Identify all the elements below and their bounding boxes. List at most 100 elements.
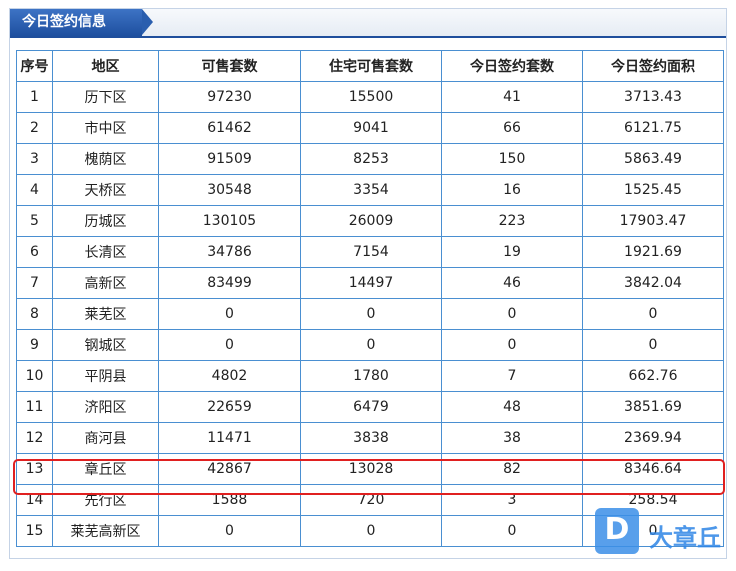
cell-residential-available: 14497 [300,267,442,299]
cell-available-units: 0 [158,329,301,361]
cell-district: 莱芜高新区 [52,515,159,547]
cell-signed-area: 5863.49 [582,143,724,175]
cell-signed-units: 0 [441,329,583,361]
cell-signed-area: 3842.04 [582,267,724,299]
cell-district: 钢城区 [52,329,159,361]
cell-signed-units: 223 [441,205,583,237]
table-header-row: 序号 地区 可售套数 住宅可售套数 今日签约套数 今日签约面积 [16,50,724,82]
cell-residential-available: 3838 [300,422,442,454]
table-row: 5 历城区 130105 26009 223 17903.47 [16,205,724,237]
cell-district: 长清区 [52,236,159,268]
cell-residential-available: 6479 [300,391,442,423]
cell-index: 14 [16,484,53,516]
cell-signed-area: 1921.69 [582,236,724,268]
cell-index: 10 [16,360,53,392]
table-row: 3 槐荫区 91509 8253 150 5863.49 [16,143,724,175]
cell-index: 13 [16,453,53,485]
cell-signed-units: 66 [441,112,583,144]
cell-index: 6 [16,236,53,268]
cell-signed-area: 8346.64 [582,453,724,485]
table-row: 11 济阳区 22659 6479 48 3851.69 [16,391,724,423]
cell-residential-available: 3354 [300,174,442,206]
table-row: 4 天桥区 30548 3354 16 1525.45 [16,174,724,206]
cell-available-units: 11471 [158,422,301,454]
cell-district: 商河县 [52,422,159,454]
panel-title: 今日签约信息 [22,14,106,30]
cell-signed-units: 3 [441,484,583,516]
cell-available-units: 4802 [158,360,301,392]
cell-available-units: 30548 [158,174,301,206]
panel-titlebar: 今日签约信息 [10,9,726,38]
cell-index: 2 [16,112,53,144]
table-row: 2 市中区 61462 9041 66 6121.75 [16,112,724,144]
cell-index: 5 [16,205,53,237]
cell-residential-available: 1780 [300,360,442,392]
cell-signed-area: 17903.47 [582,205,724,237]
cell-index: 1 [16,81,53,113]
cell-district: 槐荫区 [52,143,159,175]
cell-district: 历城区 [52,205,159,237]
table-row: 9 钢城区 0 0 0 0 [16,329,724,361]
cell-available-units: 0 [158,298,301,330]
cell-signed-area: 3851.69 [582,391,724,423]
cell-signed-area: 0 [582,329,724,361]
cell-signed-units: 46 [441,267,583,299]
cell-district: 市中区 [52,112,159,144]
table-row: 12 商河县 11471 3838 38 2369.94 [16,422,724,454]
header-residential-available: 住宅可售套数 [300,50,442,82]
watermark: D 大章丘 [595,508,735,558]
cell-signed-units: 16 [441,174,583,206]
cell-signed-units: 19 [441,236,583,268]
cell-available-units: 61462 [158,112,301,144]
cell-district: 高新区 [52,267,159,299]
table-row: 6 长清区 34786 7154 19 1921.69 [16,236,724,268]
cell-index: 7 [16,267,53,299]
cell-residential-available: 7154 [300,236,442,268]
cell-residential-available: 0 [300,329,442,361]
cell-index: 12 [16,422,53,454]
panel-title-tab: 今日签约信息 [10,9,153,36]
watermark-logo-icon: D [595,508,639,554]
table-row: 10 平阴县 4802 1780 7 662.76 [16,360,724,392]
cell-index: 3 [16,143,53,175]
cell-signed-units: 7 [441,360,583,392]
cell-signed-units: 38 [441,422,583,454]
table-row: 1 历下区 97230 15500 41 3713.43 [16,81,724,113]
cell-index: 15 [16,515,53,547]
cell-index: 9 [16,329,53,361]
cell-index: 11 [16,391,53,423]
cell-residential-available: 26009 [300,205,442,237]
cell-signed-units: 0 [441,515,583,547]
cell-available-units: 83499 [158,267,301,299]
cell-available-units: 1588 [158,484,301,516]
table-row: 8 莱芜区 0 0 0 0 [16,298,724,330]
header-index: 序号 [16,50,53,82]
cell-index: 4 [16,174,53,206]
table-row: 13 章丘区 42867 13028 82 8346.64 [16,453,724,485]
cell-available-units: 97230 [158,81,301,113]
signing-table: 序号 地区 可售套数 住宅可售套数 今日签约套数 今日签约面积 1 历下区 9723… [16,50,724,547]
cell-district: 历下区 [52,81,159,113]
cell-signed-area: 6121.75 [582,112,724,144]
cell-district: 天桥区 [52,174,159,206]
cell-available-units: 42867 [158,453,301,485]
cell-available-units: 130105 [158,205,301,237]
cell-district: 莱芜区 [52,298,159,330]
cell-signed-area: 662.76 [582,360,724,392]
cell-signed-units: 41 [441,81,583,113]
cell-residential-available: 0 [300,298,442,330]
cell-district: 先行区 [52,484,159,516]
cell-signed-units: 48 [441,391,583,423]
header-signed-area: 今日签约面积 [582,50,724,82]
cell-signed-area: 0 [582,298,724,330]
header-available-units: 可售套数 [158,50,301,82]
cell-signed-units: 0 [441,298,583,330]
info-panel: 今日签约信息 序号 地区 可售套数 住宅可售套数 今日签约套数 今日签约面积 1… [9,8,727,559]
cell-available-units: 0 [158,515,301,547]
header-district: 地区 [52,50,159,82]
cell-district: 济阳区 [52,391,159,423]
cell-district: 平阴县 [52,360,159,392]
cell-residential-available: 15500 [300,81,442,113]
cell-district: 章丘区 [52,453,159,485]
cell-signed-units: 82 [441,453,583,485]
